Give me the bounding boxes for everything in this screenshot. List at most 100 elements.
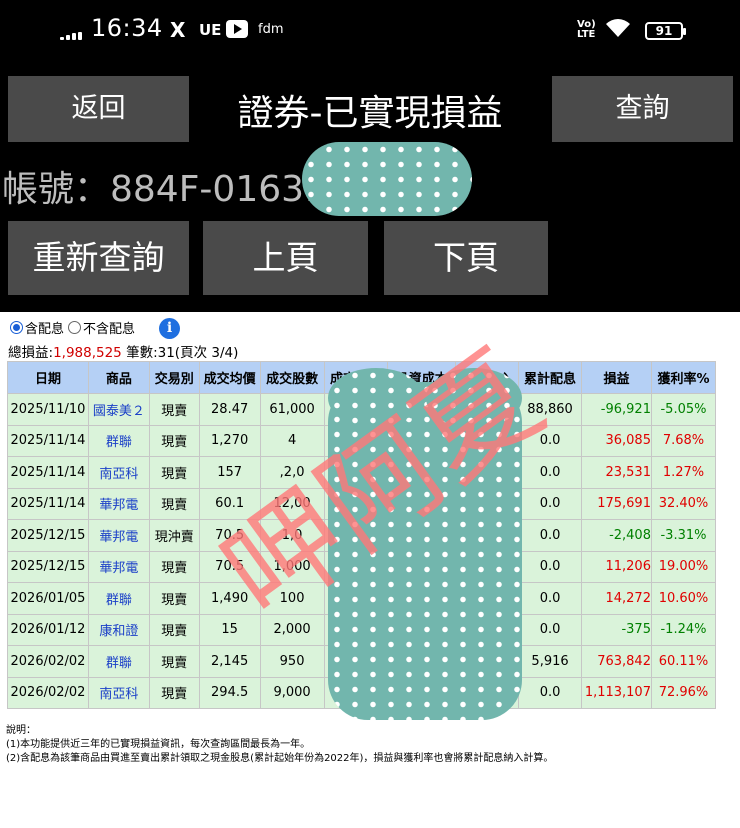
return-rate-cell: 7.68% xyxy=(650,424,717,457)
date-cell: 2025/11/14 xyxy=(7,424,89,457)
product-cell[interactable]: 華邦電 xyxy=(87,550,150,583)
volte-icon: Vo) LTE xyxy=(577,19,596,40)
trade-type-cell: 現賣 xyxy=(148,393,200,426)
trade-type-cell: 現賣 xyxy=(148,487,200,520)
notes: 說明： (1)本功能提供近三年的已實現損益資訊，每次查詢區間最長為一年。 (2)… xyxy=(6,724,553,766)
notes-line-2: (2)含配息為該筆商品由買進至賣出累計領取之現金股息(累計起始年份為2022年)… xyxy=(6,753,554,764)
shares-cell: 100 xyxy=(259,582,325,615)
privacy-mask-sticker xyxy=(302,142,472,216)
shares-cell: 9,000 xyxy=(259,676,325,709)
exclude-dividend-label[interactable]: 不含配息 xyxy=(83,318,135,337)
shares-cell: 950 xyxy=(259,645,325,678)
trade-type-cell: 現賣 xyxy=(148,582,200,615)
pnl-cell: 1,113,107 xyxy=(581,676,652,709)
shares-cell: 12,00 xyxy=(259,487,325,520)
fdm-app-icon: fdm xyxy=(258,22,284,37)
date-cell: 2025/11/10 xyxy=(7,393,89,426)
info-icon[interactable]: i xyxy=(159,318,180,339)
battery-icon: 91 xyxy=(645,22,686,40)
col-product: 商品 xyxy=(87,361,150,394)
mask-lobe xyxy=(328,368,424,428)
return-rate-cell: -3.31% xyxy=(650,519,717,552)
product-cell[interactable]: 群聯 xyxy=(87,424,150,457)
requery-button[interactable]: 重新查詢 xyxy=(8,221,189,295)
avg-price-cell: 60.1 xyxy=(198,487,261,520)
x-app-icon: X xyxy=(170,18,186,42)
product-cell[interactable]: 康和證 xyxy=(87,613,150,646)
shares-cell: 1,000 xyxy=(259,550,325,583)
product-cell[interactable]: 群聯 xyxy=(87,582,150,615)
product-cell[interactable]: 南亞科 xyxy=(87,456,150,489)
include-dividend-label[interactable]: 含配息 xyxy=(25,318,64,337)
exclude-dividend-radio[interactable] xyxy=(68,321,82,334)
product-cell[interactable]: 國泰美２ xyxy=(87,393,150,426)
product-cell[interactable]: 華邦電 xyxy=(87,487,150,520)
privacy-mask-sticker xyxy=(328,368,522,720)
wifi-icon xyxy=(606,19,630,37)
product-cell[interactable]: 群聯 xyxy=(87,645,150,678)
shares-cell: 4 xyxy=(259,424,325,457)
shares-cell: 61,000 xyxy=(259,393,325,426)
total-pnl-label: 總損益: xyxy=(8,345,54,361)
trade-type-cell: 現賣 xyxy=(148,613,200,646)
ue-app-icon: UE xyxy=(199,21,222,39)
product-cell[interactable]: 華邦電 xyxy=(87,519,150,552)
trade-type-cell: 現賣 xyxy=(148,676,200,709)
page-title: 證券-已實現損益 xyxy=(237,93,503,134)
pnl-cell: 23,531 xyxy=(581,456,652,489)
shares-cell: 2,000 xyxy=(259,613,325,646)
prev-page-button[interactable]: 上頁 xyxy=(203,221,368,295)
date-cell: 2026/02/02 xyxy=(7,645,89,678)
pnl-cell: 36,085 xyxy=(581,424,652,457)
dividend-cell: 5,916 xyxy=(518,645,582,678)
mask-lobe xyxy=(426,368,522,428)
date-cell: 2025/11/14 xyxy=(7,456,89,489)
summary-line: 總損益:1,988,525 筆數:31(頁次 3/4) xyxy=(8,341,238,361)
avg-price-cell: 294.5 xyxy=(198,676,261,709)
record-count: 筆數:31(頁次 3/4) xyxy=(126,345,239,361)
include-dividend-radio[interactable] xyxy=(10,321,23,334)
dividend-cell: 0.0 xyxy=(518,613,582,646)
notes-title: 說明： xyxy=(6,725,36,736)
dividend-cell: 0.0 xyxy=(518,487,582,520)
return-rate-cell: 10.60% xyxy=(650,582,717,615)
col-date: 日期 xyxy=(7,361,89,394)
dividend-cell: 88,860 xyxy=(518,393,582,426)
dividend-filter: 含配息 不含配息 xyxy=(10,318,135,337)
date-cell: 2025/11/14 xyxy=(7,487,89,520)
date-cell: 2026/02/02 xyxy=(7,676,89,709)
col-return-rate: 獲利率% xyxy=(650,361,717,394)
avg-price-cell: 2,145 xyxy=(198,645,261,678)
return-rate-cell: 72.96% xyxy=(650,676,717,709)
col-avg-price: 成交均價 xyxy=(198,361,261,394)
back-button[interactable]: 返回 xyxy=(8,76,189,142)
pnl-cell: 14,272 xyxy=(581,582,652,615)
date-cell: 2026/01/12 xyxy=(7,613,89,646)
product-cell[interactable]: 南亞科 xyxy=(87,676,150,709)
query-button[interactable]: 查詢 xyxy=(552,76,733,142)
pnl-cell: -375 xyxy=(581,613,652,646)
pnl-cell: -2,408 xyxy=(581,519,652,552)
trade-type-cell: 現賣 xyxy=(148,424,200,457)
avg-price-cell: 70.5 xyxy=(198,550,261,583)
youtube-icon xyxy=(226,20,248,38)
dividend-cell: 0.0 xyxy=(518,519,582,552)
pnl-cell: -96,921 xyxy=(581,393,652,426)
shares-cell: ,2,0 xyxy=(259,456,325,489)
dividend-cell: 0.0 xyxy=(518,550,582,583)
pnl-cell: 175,691 xyxy=(581,487,652,520)
avg-price-cell: 70.5 xyxy=(198,519,261,552)
dividend-cell: 0.0 xyxy=(518,424,582,457)
dividend-cell: 0.0 xyxy=(518,676,582,709)
total-pnl-value: 1,988,525 xyxy=(53,345,122,361)
pnl-cell: 763,842 xyxy=(581,645,652,678)
avg-price-cell: 1,270 xyxy=(198,424,261,457)
pnl-cell: 11,206 xyxy=(581,550,652,583)
shares-cell: 1,0 xyxy=(259,519,325,552)
avg-price-cell: 1,490 xyxy=(198,582,261,615)
app-header-area: 16:34 X UE fdm Vo) LTE 91 返回 證券-已實現損益 查詢 … xyxy=(0,0,740,312)
return-rate-cell: 60.11% xyxy=(650,645,717,678)
next-page-button[interactable]: 下頁 xyxy=(384,221,548,295)
avg-price-cell: 15 xyxy=(198,613,261,646)
return-rate-cell: 32.40% xyxy=(650,487,717,520)
